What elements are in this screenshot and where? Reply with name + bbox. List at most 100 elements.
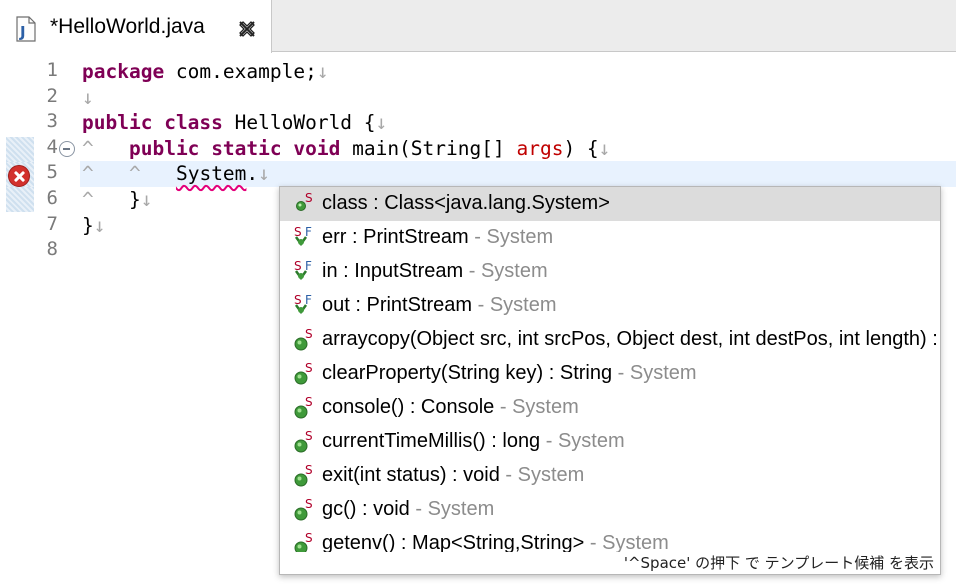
whitespace-marker: ↓ bbox=[375, 111, 388, 135]
svg-text:F: F bbox=[305, 225, 312, 239]
line-number: 8 bbox=[46, 238, 58, 261]
completion-qualifier: - System bbox=[584, 532, 669, 552]
code-line[interactable]: public class HelloWorld {↓ bbox=[82, 110, 387, 135]
completion-item[interactable]: Sgc() : void - System bbox=[280, 493, 940, 527]
svg-text:J: J bbox=[19, 23, 26, 41]
completion-qualifier: - System bbox=[612, 362, 697, 384]
completion-label: clearProperty(String key) : String - Sys… bbox=[322, 362, 697, 385]
static-method-icon: S bbox=[292, 395, 322, 421]
completion-qualifier: - System bbox=[540, 430, 625, 452]
ruler-marker bbox=[6, 187, 34, 212]
svg-text:F: F bbox=[305, 293, 312, 307]
ruler-marker bbox=[6, 137, 34, 162]
completion-item[interactable]: Sexit(int status) : void - System bbox=[280, 459, 940, 493]
line-number: 1 bbox=[46, 59, 58, 81]
completion-list[interactable]: Sclass : Class<java.lang.System> S Ferr : … bbox=[280, 187, 940, 552]
completion-signature: currentTimeMillis() : long bbox=[322, 430, 541, 452]
completion-item[interactable]: ScurrentTimeMillis() : long - System bbox=[280, 425, 940, 459]
line-number: 5 bbox=[46, 161, 58, 184]
completion-item[interactable]: S Ferr : PrintStream - System bbox=[280, 221, 940, 255]
code-token: com.example; bbox=[164, 60, 317, 83]
completion-label: out : PrintStream - System bbox=[322, 294, 557, 317]
completion-signature: err : PrintStream bbox=[322, 226, 469, 248]
completion-label: console() : Console - System bbox=[322, 396, 579, 419]
tab-title: *HelloWorld.java bbox=[50, 15, 205, 38]
popup-footer-hint: '^Space' の押下 で テンプレート候補 を表示 bbox=[280, 552, 940, 574]
svg-text:S: S bbox=[305, 361, 313, 375]
completion-item[interactable]: Sarraycopy(Object src, int srcPos, Objec… bbox=[280, 323, 940, 357]
fold-collapse-icon[interactable] bbox=[59, 141, 75, 157]
completion-signature: gc() : void bbox=[322, 498, 410, 520]
code-token: class bbox=[164, 111, 223, 135]
whitespace-marker: ^ bbox=[128, 162, 141, 186]
line-number: 6 bbox=[46, 187, 58, 209]
completion-item[interactable]: SclearProperty(String key) : String - Sy… bbox=[280, 357, 940, 391]
svg-text:S: S bbox=[305, 463, 313, 477]
code-line[interactable]: ^ ^ System.↓ bbox=[82, 161, 270, 186]
completion-qualifier: - System bbox=[499, 464, 585, 486]
code-token: public bbox=[82, 111, 153, 135]
static-public-field-icon: S bbox=[292, 191, 322, 217]
completion-qualifier: - System bbox=[468, 226, 554, 248]
completion-label: class : Class<java.lang.System> bbox=[322, 192, 610, 215]
content-assist-popup[interactable]: Sclass : Class<java.lang.System> S Ferr : … bbox=[279, 186, 941, 575]
whitespace-marker: ↓ bbox=[93, 213, 106, 237]
code-token: args bbox=[516, 136, 564, 160]
static-final-field-icon: SF bbox=[292, 259, 322, 285]
completion-label: arraycopy(Object src, int srcPos, Object… bbox=[322, 328, 940, 351]
svg-text:S: S bbox=[294, 225, 302, 239]
completion-label: exit(int status) : void - System bbox=[322, 464, 584, 487]
completion-item[interactable]: Sgetenv() : Map<String,String> - System bbox=[280, 527, 940, 552]
code-line[interactable]: ↓ bbox=[82, 85, 94, 110]
line-number: 3 bbox=[46, 110, 58, 133]
code-token: System bbox=[175, 162, 247, 186]
completion-label: err : PrintStream - System bbox=[322, 226, 553, 249]
whitespace-marker: ↓ bbox=[258, 162, 270, 186]
completion-signature: exit(int status) : void bbox=[322, 464, 500, 486]
completion-signature: clearProperty(String key) : String bbox=[322, 362, 613, 384]
code-line[interactable]: }↓ bbox=[82, 213, 106, 238]
code-line[interactable]: ^ }↓ bbox=[82, 187, 152, 212]
code-token: main(String[] bbox=[340, 136, 517, 160]
completion-item[interactable]: S Fin : InputStream - System bbox=[280, 255, 940, 289]
tab-helloworld-java[interactable]: J *HelloWorld.java bbox=[0, 0, 272, 53]
code-token: } bbox=[128, 188, 141, 211]
completion-signature: out : PrintStream bbox=[322, 294, 473, 316]
java-file-icon: J bbox=[15, 16, 37, 42]
static-method-icon: S bbox=[292, 531, 322, 552]
completion-item[interactable]: S Fout : PrintStream - System bbox=[280, 289, 940, 323]
close-icon[interactable] bbox=[236, 18, 258, 40]
svg-text:S: S bbox=[305, 191, 313, 205]
completion-qualifier: - System bbox=[463, 260, 548, 282]
svg-text:S: S bbox=[305, 327, 313, 341]
svg-text:S: S bbox=[305, 497, 313, 511]
code-line[interactable]: ^ public static void main(String[] args)… bbox=[82, 136, 610, 161]
completion-signature: console() : Console bbox=[322, 396, 495, 418]
line-number: 7 bbox=[46, 212, 58, 235]
code-token: } bbox=[82, 213, 94, 237]
code-token: ) { bbox=[563, 136, 599, 160]
static-method-icon: S bbox=[292, 429, 322, 455]
line-number: 4 bbox=[46, 135, 58, 158]
completion-item[interactable]: Sconsole() : Console - System bbox=[280, 391, 940, 425]
code-token: static bbox=[211, 136, 282, 160]
svg-text:S: S bbox=[294, 259, 302, 273]
svg-text:S: S bbox=[305, 429, 313, 443]
whitespace-marker: ^ bbox=[82, 162, 94, 186]
completion-qualifier: - System bbox=[409, 498, 495, 520]
code-token: package bbox=[82, 60, 165, 83]
completion-label: gc() : void - System bbox=[322, 498, 494, 521]
editor-tab-bar: J *HelloWorld.java bbox=[0, 0, 956, 53]
whitespace-marker: ^ bbox=[82, 136, 94, 160]
completion-label: getenv() : Map<String,String> - System bbox=[322, 532, 669, 552]
completion-item[interactable]: Sclass : Class<java.lang.System> bbox=[280, 187, 940, 221]
whitespace-marker: ↓ bbox=[82, 85, 94, 109]
static-method-icon: S bbox=[292, 361, 322, 387]
code-line[interactable]: package com.example;↓ bbox=[82, 59, 329, 84]
line-number: 2 bbox=[46, 84, 58, 107]
error-icon[interactable] bbox=[8, 165, 30, 187]
